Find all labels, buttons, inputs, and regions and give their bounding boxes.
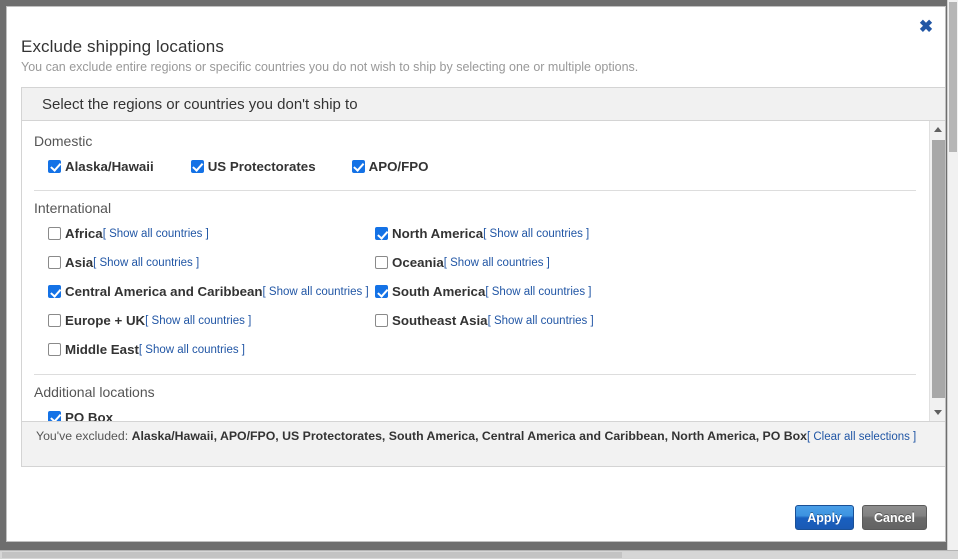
panel-scroll-content: Domestic Alaska/Hawaii US Protectorates [22,121,928,421]
international-cell: Middle East [ Show all countries ] [22,335,375,364]
international-cell: Asia [ Show all countries ] [22,248,375,277]
show-all-countries-link[interactable]: [ Show all countries ] [145,315,251,327]
checkbox-label: Europe + UK [65,313,146,328]
dialog-subtitle: You can exclude entire regions or specif… [21,60,639,74]
checkbox-box-icon[interactable] [375,256,388,269]
show-all-countries-link[interactable]: [ Show all countries ] [485,286,591,298]
apply-button[interactable]: Apply [795,505,854,530]
browser-window-frame: ✖ Exclude shipping locations You can exc… [0,0,958,559]
show-all-countries-link[interactable]: [ Show all countries ] [483,228,589,240]
checkbox-label: Asia [65,255,94,270]
checkbox-southeast-asia[interactable]: Southeast Asia [375,313,488,328]
checkbox-box-icon[interactable] [48,256,61,269]
domestic-row: Alaska/Hawaii US Protectorates APO/FPO [22,152,928,180]
checkbox-box-icon[interactable] [48,314,61,327]
window-horizontal-scrollbar[interactable] [0,550,958,559]
checkbox-middle-east[interactable]: Middle East [48,342,139,357]
checkbox-box-icon[interactable] [375,227,388,240]
international-cell: Europe + UK [ Show all countries ] [22,306,375,335]
summary-prefix: You've excluded: [36,429,132,443]
clear-all-selections-link[interactable]: [ Clear all selections ] [807,431,916,443]
show-all-countries-link[interactable]: [ Show all countries ] [139,344,245,356]
international-cell: North America [ Show all countries ] [375,219,775,248]
international-row: Africa [ Show all countries ] North Amer… [22,219,928,248]
page-title: Exclude shipping locations [21,37,224,56]
checkbox-label: US Protectorates [207,158,316,174]
checkbox-label: APO/FPO [368,158,429,174]
checkbox-apo-fpo[interactable]: APO/FPO [351,158,429,174]
group-title-domestic: Domestic [34,133,93,149]
window-vertical-scrollbar-thumb[interactable] [949,2,957,152]
checkbox-africa[interactable]: Africa [48,226,103,241]
checkbox-box-icon[interactable] [190,159,204,173]
additional-locations-row: PO Box [22,403,928,421]
checkbox-po-box[interactable]: PO Box [48,409,114,422]
summary-excluded-list: Alaska/Hawaii, APO/FPO, US Protectorates… [131,429,807,443]
checkbox-oceania[interactable]: Oceania [375,255,444,270]
international-cell: Central America and Caribbean [ Show all… [22,277,375,306]
international-cell [375,335,775,364]
checkbox-asia[interactable]: Asia [48,255,93,270]
panel-body: Domestic Alaska/Hawaii US Protectorates [22,121,945,421]
checkbox-label: PO Box [65,409,114,422]
excluded-summary: You've excluded: Alaska/Hawaii, APO/FPO,… [22,421,945,466]
international-cell: Africa [ Show all countries ] [22,219,375,248]
panel-header-title: Select the regions or countries you don'… [42,95,358,113]
close-icon[interactable]: ✖ [915,15,937,37]
checkbox-south-america[interactable]: South America [375,284,485,299]
checkbox-us-protectorates[interactable]: US Protectorates [190,158,316,174]
international-row: Central America and Caribbean [ Show all… [22,277,928,306]
checkbox-europe-uk[interactable]: Europe + UK [48,313,145,328]
show-all-countries-link[interactable]: [ Show all countries ] [488,315,594,327]
cancel-button[interactable]: Cancel [862,505,927,530]
checkbox-label: Middle East [65,342,139,357]
international-cell: South America [ Show all countries ] [375,277,775,306]
show-all-countries-link[interactable]: [ Show all countries ] [263,286,369,298]
regions-panel: Select the regions or countries you don'… [21,87,945,467]
checkbox-box-icon[interactable] [48,159,61,173]
checkbox-label: North America [392,226,484,241]
window-vertical-scrollbar[interactable] [947,0,958,551]
checkbox-alaska-hawaii[interactable]: Alaska/Hawaii [48,159,154,174]
checkbox-label: Southeast Asia [392,313,488,328]
checkbox-box-icon[interactable] [48,343,61,356]
checkbox-label: Oceania [392,255,444,270]
scrollbar-thumb[interactable] [932,140,945,398]
exclude-shipping-locations-dialog: ✖ Exclude shipping locations You can exc… [6,6,946,542]
panel-scrollbar[interactable] [929,121,945,421]
checkbox-label: Central America and Caribbean [65,284,263,299]
show-all-countries-link[interactable]: [ Show all countries ] [444,257,550,269]
show-all-countries-link[interactable]: [ Show all countries ] [103,228,209,240]
checkbox-label: Africa [65,226,103,241]
international-row: Asia [ Show all countries ] Oceania [ Sh… [22,248,928,277]
dialog-footer: Apply Cancel [795,505,927,530]
group-title-international: International [34,200,112,216]
group-title-additional-locations: Additional locations [34,384,155,400]
international-row: Middle East [ Show all countries ] [22,335,928,364]
checkbox-label: Alaska/Hawaii [65,158,154,174]
checkbox-box-icon[interactable] [48,410,61,421]
international-row: Europe + UK [ Show all countries ] South… [22,306,928,335]
checkbox-central-america-and-caribbean[interactable]: Central America and Caribbean [48,284,263,299]
panel-header: Select the regions or countries you don'… [22,88,945,121]
checkbox-north-america[interactable]: North America [375,226,483,241]
checkbox-box-icon[interactable] [375,285,388,298]
scroll-up-arrow-icon[interactable] [930,121,945,138]
checkbox-box-icon[interactable] [351,159,365,173]
international-cell: Oceania [ Show all countries ] [375,248,775,277]
scroll-down-arrow-icon[interactable] [930,404,945,421]
divider [34,374,916,375]
divider [34,190,916,191]
checkbox-box-icon[interactable] [48,227,61,240]
checkbox-label: South America [392,284,486,299]
international-cell: Southeast Asia [ Show all countries ] [375,306,775,335]
show-all-countries-link[interactable]: [ Show all countries ] [93,257,199,269]
window-horizontal-scrollbar-thumb[interactable] [2,552,622,558]
checkbox-box-icon[interactable] [375,314,388,327]
checkbox-box-icon[interactable] [48,285,61,298]
